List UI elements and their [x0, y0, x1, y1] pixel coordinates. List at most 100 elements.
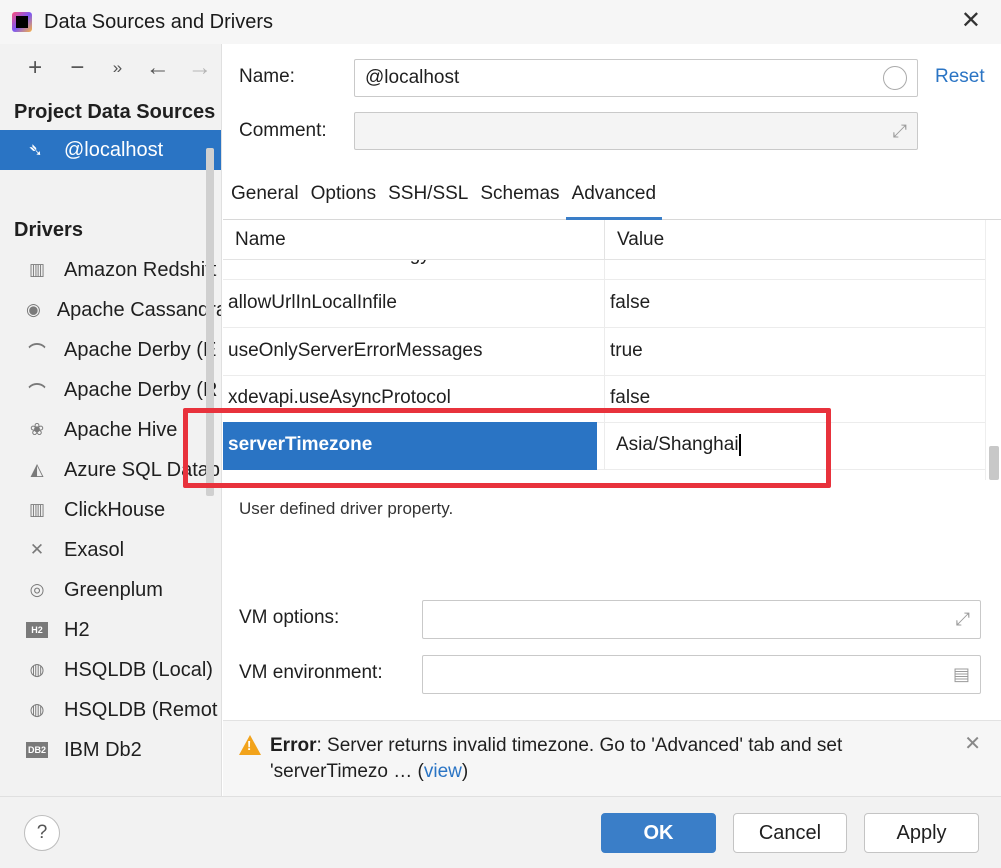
driver-label: Amazon Redshift: [64, 258, 217, 281]
driver-item[interactable]: ⌒ Apache Derby (E: [0, 330, 221, 370]
app-icon: [12, 12, 32, 32]
property-description: User defined driver property.: [239, 499, 454, 518]
error-message: Error: Server returns invalid timezone. …: [270, 733, 960, 785]
name-value: @localhost: [365, 67, 460, 88]
tab-general[interactable]: General: [225, 176, 305, 220]
reset-link[interactable]: Reset: [935, 66, 985, 88]
driver-label: Apache Derby (R: [64, 378, 218, 401]
column-header-name[interactable]: Name: [223, 220, 286, 260]
text-caret: [738, 433, 741, 456]
azure-icon: ◭: [30, 460, 44, 479]
ok-button[interactable]: OK: [601, 813, 716, 853]
table-row[interactable]: useOnlyServerErrorMessages true: [223, 328, 985, 376]
remove-icon[interactable]: −: [56, 46, 98, 90]
close-error-icon[interactable]: ✕: [964, 731, 981, 756]
left-vertical-scrollbar[interactable]: [206, 148, 214, 496]
property-value[interactable]: false: [604, 280, 984, 328]
table-row[interactable]: allowUrlInLocalInfile false: [223, 280, 985, 328]
derby-icon: ⌒: [28, 382, 46, 402]
view-link[interactable]: view: [424, 761, 462, 782]
tab-options[interactable]: Options: [305, 176, 382, 220]
data-source-label: @localhost: [64, 138, 164, 161]
name-field[interactable]: @localhost: [354, 59, 918, 97]
property-name: useOnlyServerErrorMessages: [228, 340, 483, 361]
table-row[interactable]: xdevapi.useAsyncProtocol false: [223, 375, 985, 423]
driver-label: Azure SQL Datab: [64, 458, 221, 481]
driver-label: HSQLDB (Remot: [64, 698, 218, 721]
cancel-button[interactable]: Cancel: [733, 813, 847, 853]
driver-item[interactable]: ◎ Greenplum: [0, 570, 221, 610]
vm-options-field[interactable]: ⤢: [422, 600, 981, 639]
driver-label: H2: [64, 618, 90, 641]
left-toolbar: + − » ← →: [0, 44, 221, 92]
error-prefix: Error: [270, 735, 317, 756]
driver-item[interactable]: ◍ HSQLDB (Local): [0, 650, 221, 690]
driver-label: IBM Db2: [64, 738, 142, 761]
data-source-localhost[interactable]: ➴ @localhost: [0, 130, 221, 170]
project-data-sources-title: Project Data Sources: [14, 101, 216, 123]
column-header-value[interactable]: Value: [604, 220, 664, 260]
driver-label: Exasol: [64, 538, 125, 561]
window-title: Data Sources and Drivers: [44, 10, 273, 33]
footer: ? OK Cancel Apply: [0, 796, 1001, 868]
comment-label: Comment:: [239, 120, 327, 141]
table-vertical-scrollbar[interactable]: [985, 220, 1001, 480]
comment-field[interactable]: ⤢: [354, 112, 918, 150]
back-icon[interactable]: ←: [137, 46, 179, 90]
more-icon[interactable]: »: [98, 46, 136, 90]
left-panel: + − » ← → Project Data Sources ➴ @localh…: [0, 44, 222, 796]
vm-environment-label: VM environment:: [239, 662, 383, 683]
vm-environment-field[interactable]: ▤: [422, 655, 981, 694]
property-value[interactable]: true: [604, 328, 984, 376]
derby-icon: ⌒: [28, 342, 46, 362]
driver-item[interactable]: H2 H2: [0, 610, 221, 650]
expand-icon[interactable]: ⤢: [893, 121, 907, 142]
driver-label: HSQLDB (Local): [64, 658, 213, 681]
drivers-title: Drivers: [14, 219, 83, 241]
warning-icon: [239, 735, 261, 755]
property-name: allowUrlInLocalInfile: [228, 292, 397, 313]
apply-button[interactable]: Apply: [864, 813, 979, 853]
expand-icon[interactable]: ⤢: [956, 609, 970, 630]
color-circle-icon[interactable]: [883, 66, 907, 90]
hsqldb-icon: ◍: [29, 700, 45, 719]
property-value[interactable]: false: [604, 375, 984, 423]
add-icon[interactable]: +: [14, 46, 56, 90]
tab-schemas[interactable]: Schemas: [474, 176, 565, 220]
driver-item[interactable]: ◉ Apache Cassandra: [0, 290, 221, 330]
scrollbar-thumb[interactable]: [989, 446, 999, 480]
driver-item[interactable]: ◍ HSQLDB (Remot: [0, 690, 221, 730]
driver-item[interactable]: ▥ ClickHouse: [0, 490, 221, 530]
tab-advanced[interactable]: Advanced: [565, 176, 663, 220]
document-icon[interactable]: ▤: [953, 664, 970, 685]
driver-label: Greenplum: [64, 578, 163, 601]
driver-item[interactable]: ⌒ Apache Derby (R: [0, 370, 221, 410]
clickhouse-icon: ▥: [28, 500, 46, 519]
driver-label: Apache Derby (E: [64, 338, 217, 361]
cassandra-icon: ◉: [26, 300, 41, 319]
driver-item[interactable]: ✕ Exasol: [0, 530, 221, 570]
driver-item[interactable]: DB2 IBM Db2: [0, 730, 221, 770]
property-name: serverTimezone: [223, 422, 597, 470]
h2-icon: H2: [26, 622, 48, 638]
driver-item[interactable]: ▥ Amazon Redshift: [0, 250, 221, 290]
exasol-icon: ✕: [29, 540, 45, 559]
error-suffix: ): [461, 761, 469, 782]
hive-icon: ❀: [29, 420, 45, 439]
tab-bar: General Options SSH/SSL Schemas Advanced: [223, 176, 1001, 220]
table-row-selected[interactable]: serverTimezone Asia/Shanghai: [223, 422, 985, 470]
driver-item[interactable]: ◭ Azure SQL Datab: [0, 450, 221, 490]
db2-icon: DB2: [26, 742, 48, 758]
title-bar: Data Sources and Drivers ✕: [0, 0, 1001, 44]
driver-item[interactable]: ❀ Apache Hive: [0, 410, 221, 450]
mysql-icon: ➴: [28, 139, 44, 160]
driver-label: Apache Cassandra: [56, 298, 222, 321]
tab-ssh-ssl[interactable]: SSH/SSL: [382, 176, 474, 220]
error-text: : Server returns invalid timezone. Go to…: [270, 735, 843, 782]
error-bar: Error: Server returns invalid timezone. …: [223, 720, 1001, 796]
forward-icon[interactable]: →: [179, 46, 221, 90]
help-button[interactable]: ?: [24, 815, 60, 851]
close-icon[interactable]: ✕: [961, 6, 981, 35]
vm-options-label: VM options:: [239, 607, 340, 628]
property-value-editor[interactable]: Asia/Shanghai: [604, 422, 984, 470]
